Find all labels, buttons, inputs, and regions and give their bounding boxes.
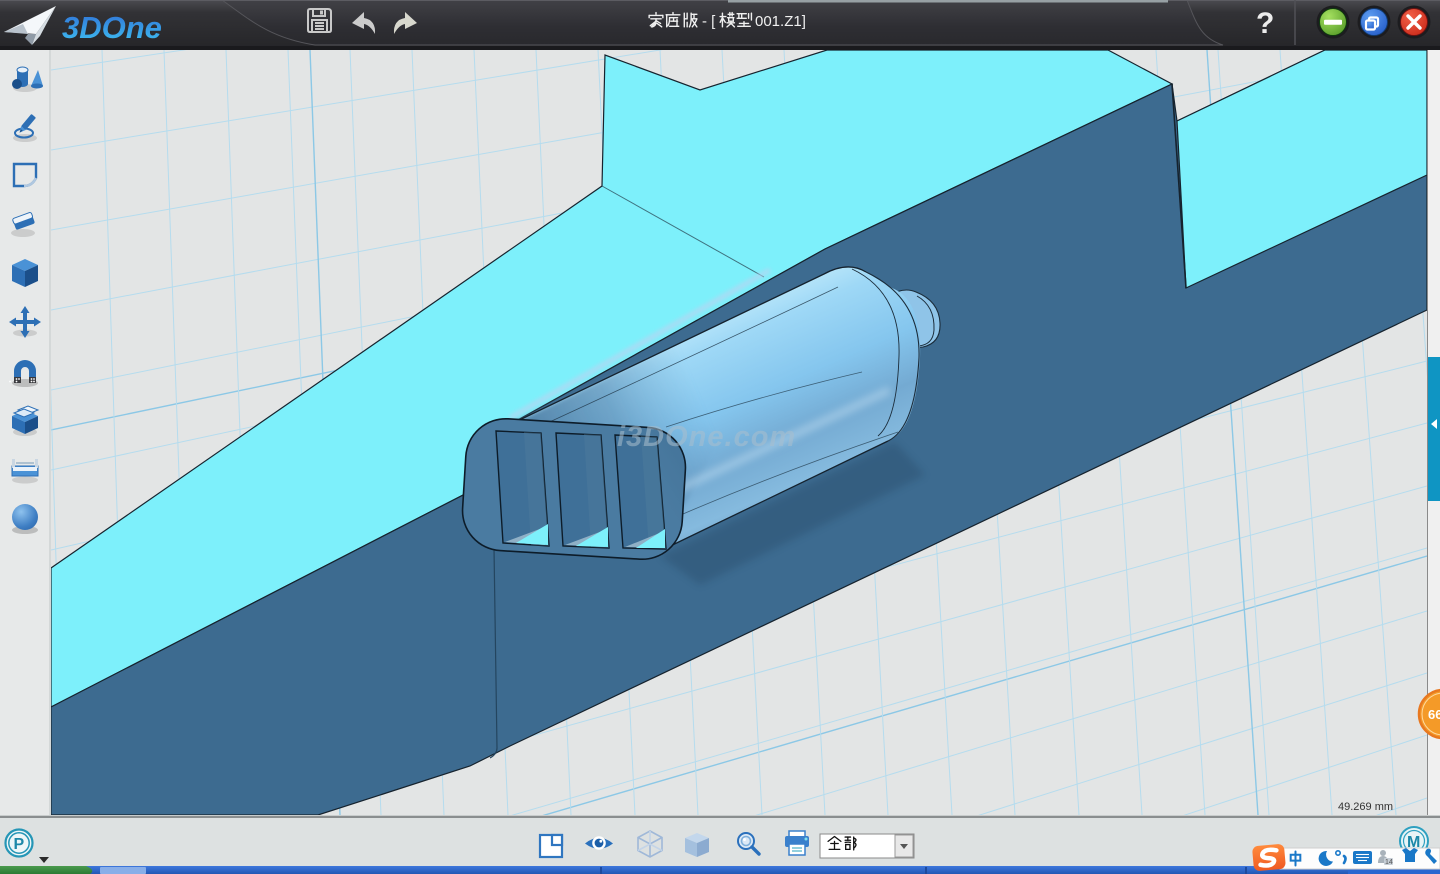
svg-text:14: 14 <box>1385 859 1393 866</box>
svg-text:49.269 mm: 49.269 mm <box>1338 801 1393 813</box>
svg-text:P: P <box>14 836 25 853</box>
svg-text:i3DOne.com: i3DOne.com <box>617 421 796 453</box>
svg-text:3DOne: 3DOne <box>62 10 162 45</box>
svg-text:66: 66 <box>1428 707 1440 722</box>
svg-text:001.Z1]: 001.Z1] <box>755 13 806 30</box>
svg-text:?: ? <box>1256 7 1274 40</box>
svg-text:- [: - [ <box>702 13 716 30</box>
